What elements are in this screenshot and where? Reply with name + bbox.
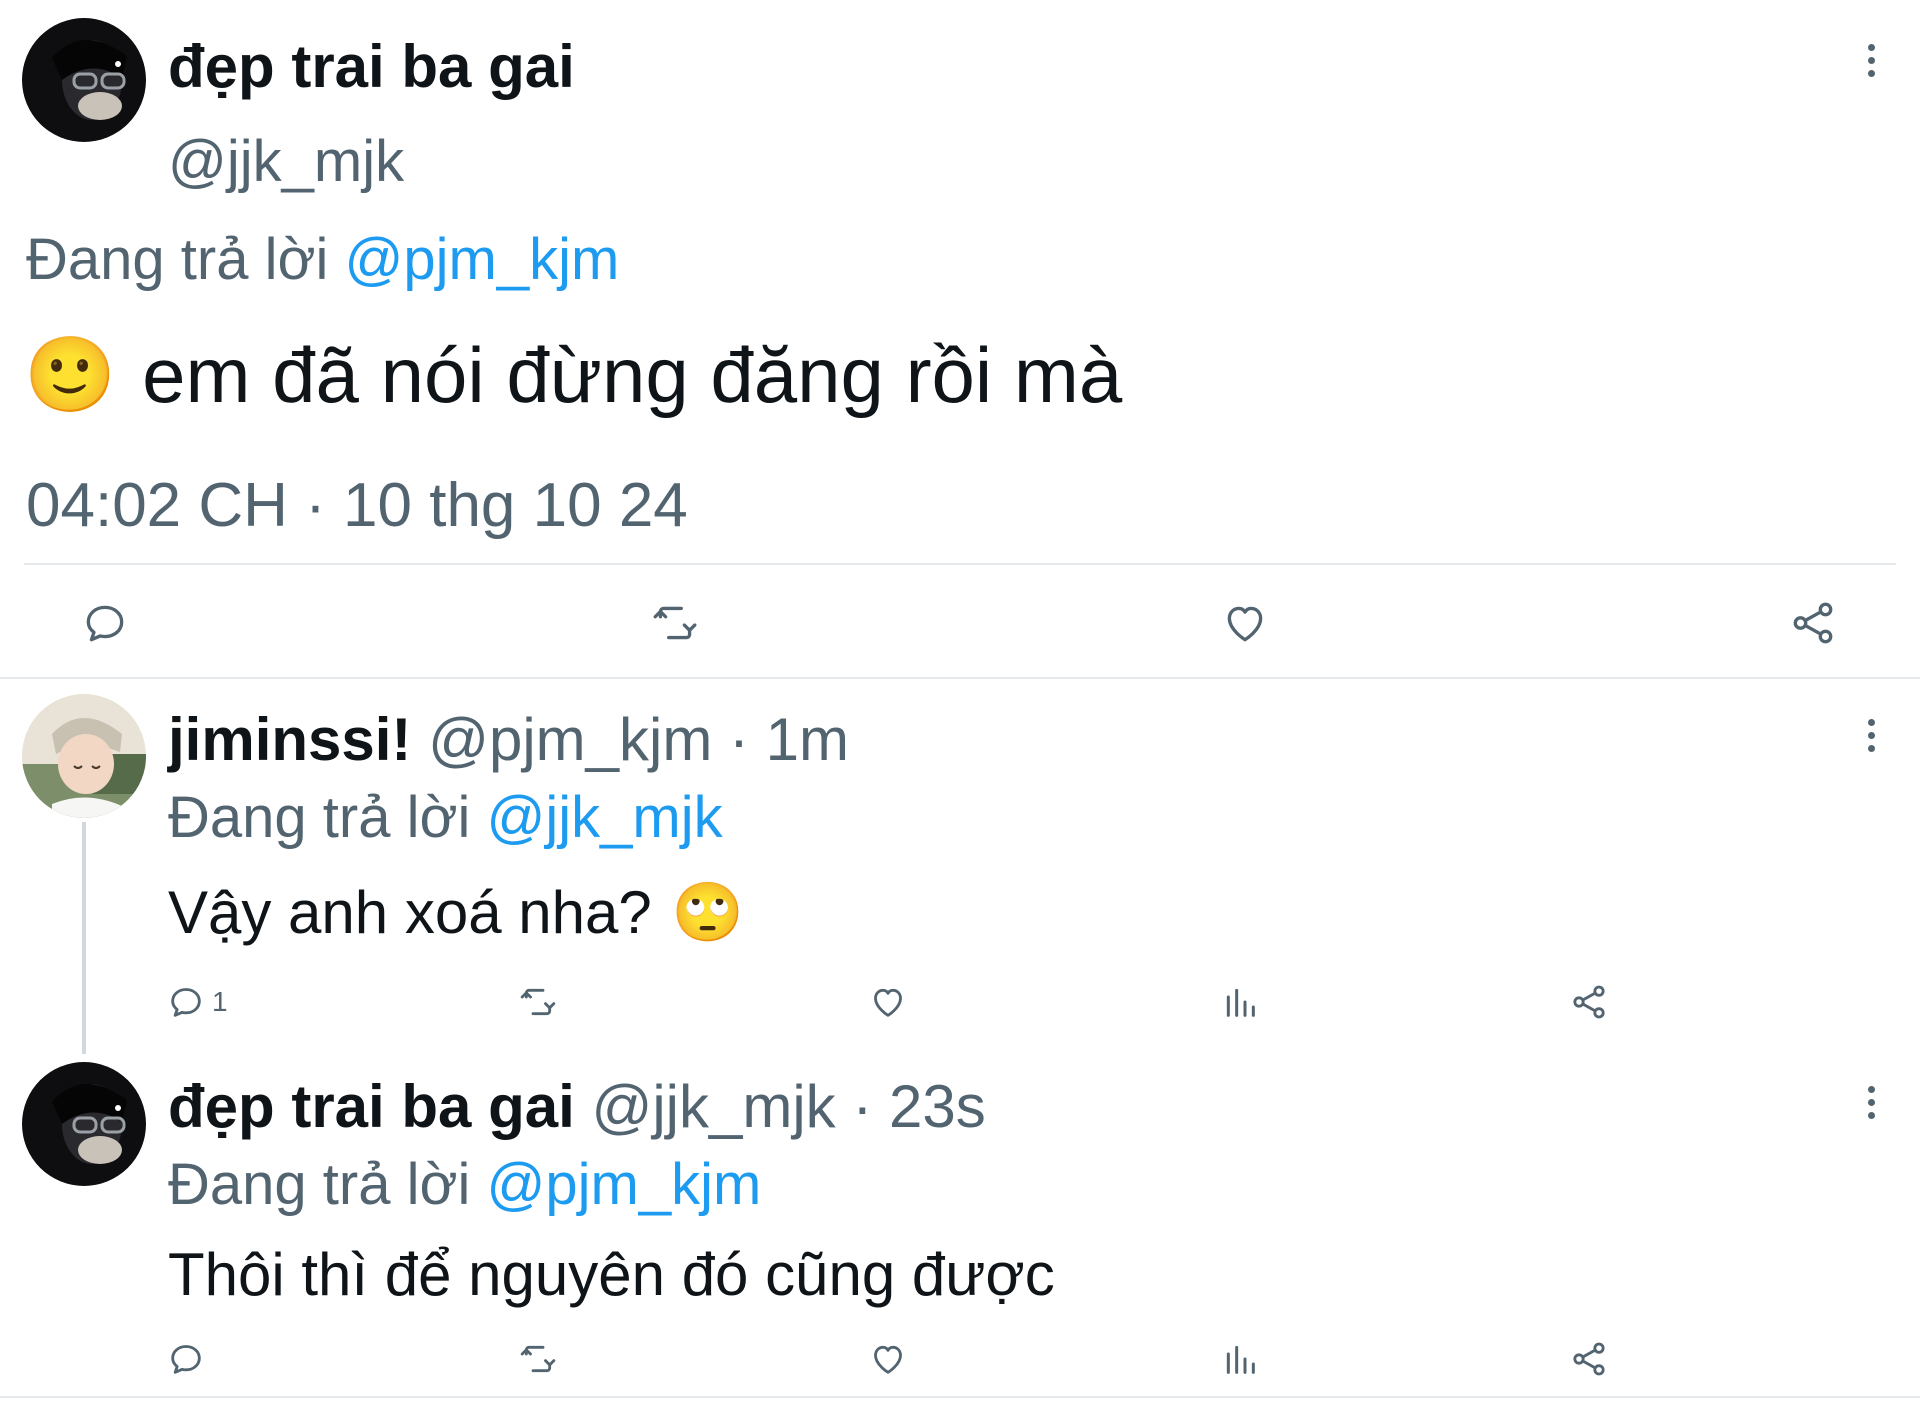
reply-icon — [171, 1345, 201, 1374]
handle-and-time[interactable]: @pjm_kjm · 1m — [428, 706, 849, 773]
tweet-text: Vậy anh xoá nha? 🙄 — [168, 878, 744, 947]
retweet-button[interactable] — [517, 1339, 559, 1379]
reply-to-link[interactable]: @pjm_kjm — [345, 227, 620, 292]
bottom-divider — [0, 1396, 1920, 1398]
reply-button[interactable] — [166, 1339, 212, 1379]
share-button[interactable] — [1569, 982, 1609, 1022]
share-icon — [1573, 985, 1605, 1019]
like-button[interactable] — [868, 1339, 908, 1379]
display-name[interactable]: đẹp trai ba gai — [168, 32, 575, 101]
reply-to-link[interactable]: @jjk_mjk — [487, 785, 723, 850]
reply-prefix: Đang trả lời — [26, 227, 329, 292]
reply-context: Đang trả lời @jjk_mjk — [168, 784, 723, 851]
views-icon — [1226, 988, 1255, 1017]
retweet-icon — [520, 1345, 556, 1373]
avatar[interactable] — [22, 1062, 146, 1186]
reply-prefix: Đang trả lời — [168, 1152, 471, 1217]
like-button[interactable] — [868, 982, 908, 1022]
display-name[interactable]: jiminssi! — [168, 706, 411, 773]
avatar[interactable] — [22, 694, 146, 818]
like-icon — [1227, 606, 1263, 642]
reply-count: 1 — [212, 986, 228, 1017]
timestamp[interactable]: 04:02 CH · 10 thg 10 24 — [26, 470, 688, 541]
thread-line — [82, 822, 86, 1054]
reply-icon — [171, 988, 201, 1017]
more-icon[interactable] — [1851, 705, 1891, 765]
reply-icon — [86, 605, 124, 642]
reply-header: đẹp trai ba gai @jjk_mjk · 23s — [168, 1072, 986, 1141]
eye-roll-emoji-icon: 🙄 — [671, 879, 744, 945]
tweet-body: Vậy anh xoá nha? — [168, 879, 652, 946]
share-icon — [1793, 602, 1833, 644]
retweet-button[interactable] — [648, 598, 702, 648]
like-icon — [874, 1345, 902, 1374]
handle-and-time[interactable]: @jjk_mjk · 23s — [591, 1073, 985, 1140]
more-icon[interactable] — [1851, 1072, 1891, 1132]
tweet-text: 🙂 em đã nói đừng đăng rồi mà — [24, 330, 1122, 421]
section-divider — [0, 677, 1920, 679]
retweet-icon — [520, 988, 556, 1016]
reply-button[interactable]: 1 — [166, 982, 228, 1022]
reply-prefix: Đang trả lời — [168, 785, 471, 850]
reply-button[interactable] — [80, 598, 130, 648]
share-button[interactable] — [1788, 598, 1838, 648]
reply-header: jiminssi! @pjm_kjm · 1m — [168, 705, 849, 774]
avatar[interactable] — [22, 18, 146, 142]
divider — [24, 563, 1896, 565]
handle[interactable]: @jjk_mjk — [168, 128, 404, 195]
retweet-button[interactable] — [517, 982, 559, 1022]
more-icon[interactable] — [1851, 30, 1891, 90]
reply-to-link[interactable]: @pjm_kjm — [487, 1152, 762, 1217]
tweet-body: em đã nói đừng đăng rồi mà — [142, 331, 1123, 419]
retweet-icon — [653, 606, 697, 640]
share-button[interactable] — [1569, 1339, 1609, 1379]
like-button[interactable] — [1220, 598, 1270, 648]
views-icon — [1226, 1345, 1255, 1374]
like-icon — [874, 988, 902, 1017]
tweet-body: Thôi thì để nguyên đó cũng được — [168, 1241, 1055, 1308]
views-button[interactable] — [1220, 1339, 1260, 1379]
reply-context: Đang trả lời @pjm_kjm — [168, 1151, 761, 1218]
reply-context: Đang trả lời @pjm_kjm — [26, 226, 619, 293]
views-button[interactable] — [1220, 982, 1260, 1022]
share-icon — [1573, 1342, 1605, 1376]
display-name[interactable]: đẹp trai ba gai — [168, 1073, 575, 1140]
smile-emoji-icon: 🙂 — [24, 333, 117, 416]
